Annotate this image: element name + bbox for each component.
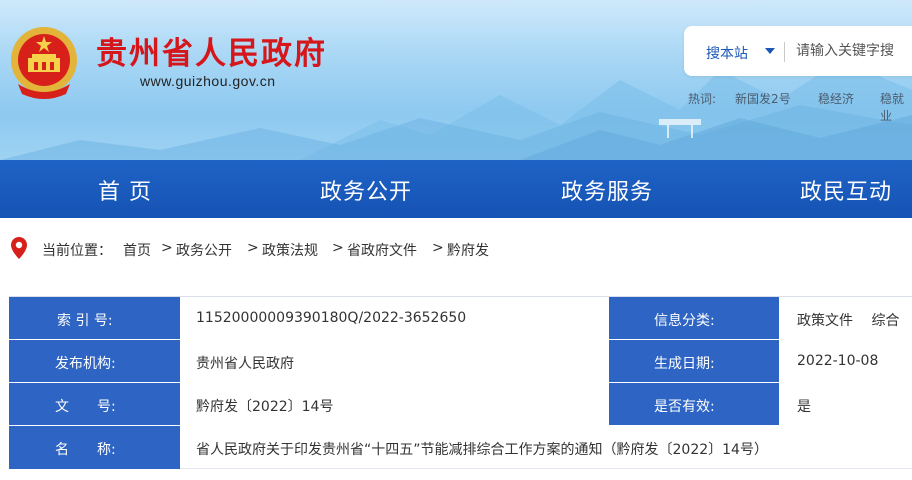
name-value: 省人民政府关于印发贵州省“十四五”节能减排综合工作方案的通知（黔府发〔2022〕… xyxy=(196,442,768,458)
nav-item-gov-services[interactable]: 政务服务 xyxy=(561,174,653,206)
issuer-value: 贵州省人民政府 xyxy=(196,356,294,372)
search-scope-dropdown[interactable]: 搜本站 xyxy=(706,43,748,63)
valid-label-cell: 是否有效: xyxy=(609,383,779,426)
hot-word-link[interactable]: 新国发2号 xyxy=(735,90,791,107)
site-header: 贵州省人民政府 www.guizhou.gov.cn 搜本站 热词: 新国发2号… xyxy=(0,0,912,160)
name-label: 名 称: xyxy=(55,442,116,458)
breadcrumb-item-gov-affairs[interactable]: 政务公开 xyxy=(176,240,232,260)
breadcrumb-item-home[interactable]: 首页 xyxy=(123,240,151,260)
hot-words-label: 热词: xyxy=(688,92,717,106)
issuer-label: 发布机构: xyxy=(55,356,116,372)
search-divider xyxy=(784,42,785,62)
mountain-landscape-banner xyxy=(0,60,912,160)
chevron-down-icon[interactable] xyxy=(765,48,775,54)
date-value: 2022-10-08 xyxy=(797,353,879,369)
category-value-cell: 政策文件 综合 xyxy=(779,297,912,340)
index-label-cell: 索 引 号: xyxy=(9,297,180,340)
nav-item-home[interactable]: 首 页 xyxy=(98,174,152,206)
document-info-table: 索 引 号: 11520000009390180Q/2022-3652650 信… xyxy=(9,296,912,469)
row-divider xyxy=(9,339,912,340)
category-label-cell: 信息分类: xyxy=(609,297,779,340)
issuer-label-cell: 发布机构: xyxy=(9,340,180,383)
breadcrumb-item-provincial-docs[interactable]: 省政府文件 xyxy=(347,240,417,260)
row-divider xyxy=(9,382,912,383)
nav-item-interaction[interactable]: 政民互动 xyxy=(800,174,892,206)
name-label-cell: 名 称: xyxy=(9,426,180,469)
breadcrumb-prefix: 当前位置： xyxy=(42,243,112,259)
national-emblem-icon xyxy=(11,27,77,99)
category-label: 信息分类: xyxy=(654,313,715,329)
issuer-value-cell: 贵州省人民政府 xyxy=(180,340,609,383)
nav-item-gov-affairs[interactable]: 政务公开 xyxy=(320,174,412,206)
main-nav: 首 页 政务公开 政务服务 政民互动 xyxy=(0,160,912,218)
valid-label: 是否有效: xyxy=(654,399,715,415)
breadcrumb-separator: > xyxy=(161,240,173,256)
search-input[interactable] xyxy=(796,38,912,64)
breadcrumb-item-policies[interactable]: 政策法规 xyxy=(262,240,318,260)
hot-word-link[interactable]: 稳经济 xyxy=(818,90,854,107)
valid-value: 是 xyxy=(797,399,811,415)
breadcrumb-separator: > xyxy=(247,240,259,256)
site-title[interactable]: 贵州省人民政府 xyxy=(96,28,327,73)
location-pin-icon xyxy=(11,237,27,259)
row-divider xyxy=(9,425,912,426)
breadcrumb-separator: > xyxy=(432,240,444,256)
date-label-cell: 生成日期: xyxy=(609,340,779,383)
index-value-cell: 11520000009390180Q/2022-3652650 xyxy=(180,297,609,340)
search-box: 搜本站 xyxy=(684,26,912,76)
valid-value-cell: 是 xyxy=(779,383,912,426)
docno-label-cell: 文 号: xyxy=(9,383,180,426)
name-value-cell: 省人民政府关于印发贵州省“十四五”节能减排综合工作方案的通知（黔府发〔2022〕… xyxy=(180,426,912,469)
index-value: 11520000009390180Q/2022-3652650 xyxy=(196,310,467,326)
date-label: 生成日期: xyxy=(654,356,715,372)
category-value: 政策文件 综合 xyxy=(797,313,900,329)
breadcrumb-separator: > xyxy=(332,240,344,256)
docno-value-cell: 黔府发〔2022〕14号 xyxy=(180,383,609,426)
hot-word-link[interactable]: 稳就业 xyxy=(880,90,912,124)
docno-label: 文 号: xyxy=(55,399,116,415)
breadcrumb-item-qianfufa[interactable]: 黔府发 xyxy=(447,240,489,260)
site-url[interactable]: www.guizhou.gov.cn xyxy=(140,73,276,89)
docno-value: 黔府发〔2022〕14号 xyxy=(196,399,334,415)
index-label: 索 引 号: xyxy=(57,313,113,329)
date-value-cell: 2022-10-08 xyxy=(779,340,912,383)
